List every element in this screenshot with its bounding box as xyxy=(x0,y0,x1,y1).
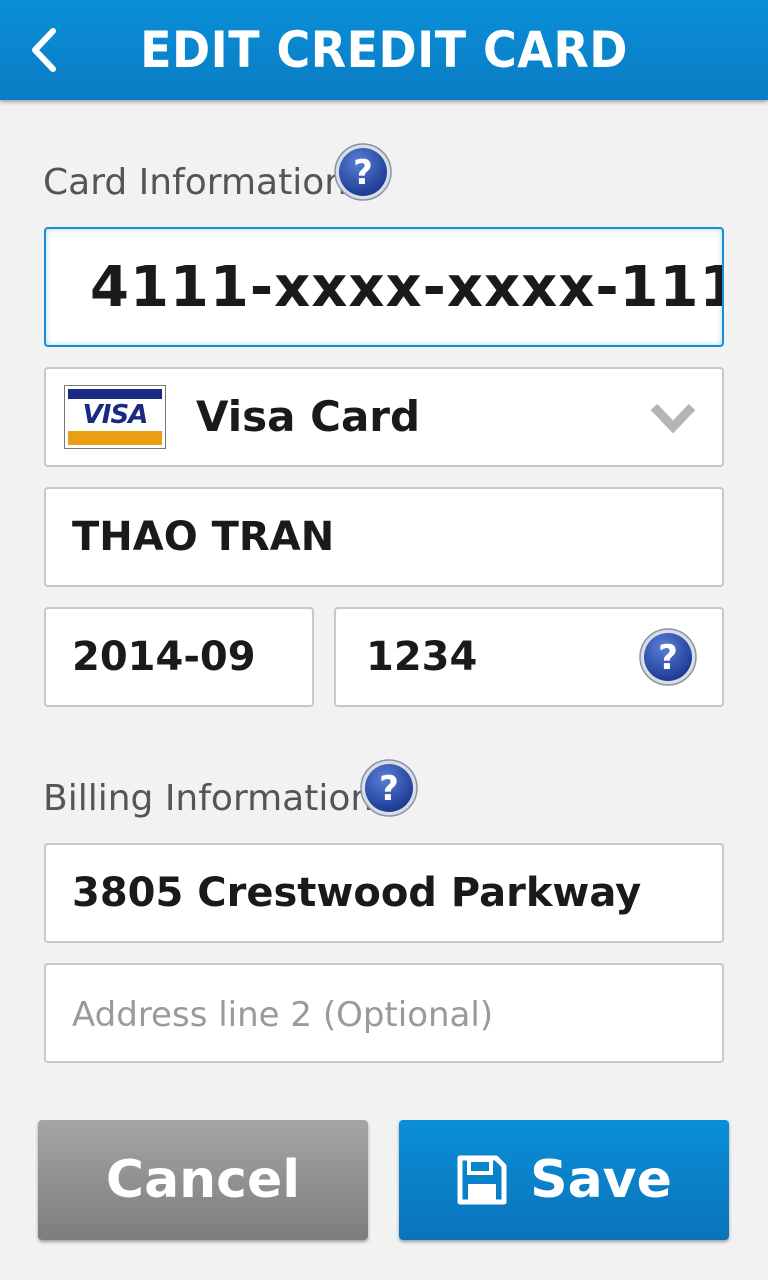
chevron-down-icon xyxy=(650,403,696,434)
billing-info-help-icon[interactable]: ? xyxy=(359,758,419,818)
cancel-button[interactable]: Cancel xyxy=(38,1120,368,1240)
expiry-date-field[interactable] xyxy=(44,607,314,707)
cvv-field[interactable]: ? xyxy=(334,607,724,707)
save-button-label: Save xyxy=(530,1150,672,1210)
address-line-1-field[interactable] xyxy=(44,843,724,943)
card-info-help-icon[interactable]: ? xyxy=(333,142,393,202)
card-type-select[interactable]: VISA Visa Card xyxy=(44,367,724,467)
chevron-left-icon xyxy=(32,28,56,72)
address-line-1-input[interactable] xyxy=(46,845,722,941)
card-number-input[interactable] xyxy=(46,229,722,345)
svg-text:?: ? xyxy=(658,638,678,678)
cardholder-name-field[interactable] xyxy=(44,487,724,587)
billing-information-label: Billing Information xyxy=(43,778,374,819)
app-header: EDIT CREDIT CARD xyxy=(0,0,768,100)
cvv-help-icon[interactable]: ? xyxy=(638,627,698,687)
save-button[interactable]: Save xyxy=(399,1120,729,1240)
card-type-value: Visa Card xyxy=(196,392,421,441)
page-title: EDIT CREDIT CARD xyxy=(140,21,628,79)
visa-logo: VISA xyxy=(64,385,166,449)
cardholder-name-input[interactable] xyxy=(46,489,722,585)
card-information-label: Card Information xyxy=(43,162,348,203)
card-number-field[interactable] xyxy=(44,227,724,347)
svg-text:?: ? xyxy=(353,153,373,193)
expiry-date-input[interactable] xyxy=(46,609,312,705)
svg-text:?: ? xyxy=(379,769,399,809)
address-line-2-input[interactable] xyxy=(46,965,722,1061)
back-button[interactable] xyxy=(22,22,66,78)
floppy-disk-icon xyxy=(457,1155,507,1205)
cancel-button-label: Cancel xyxy=(105,1150,301,1210)
address-line-2-field[interactable] xyxy=(44,963,724,1063)
